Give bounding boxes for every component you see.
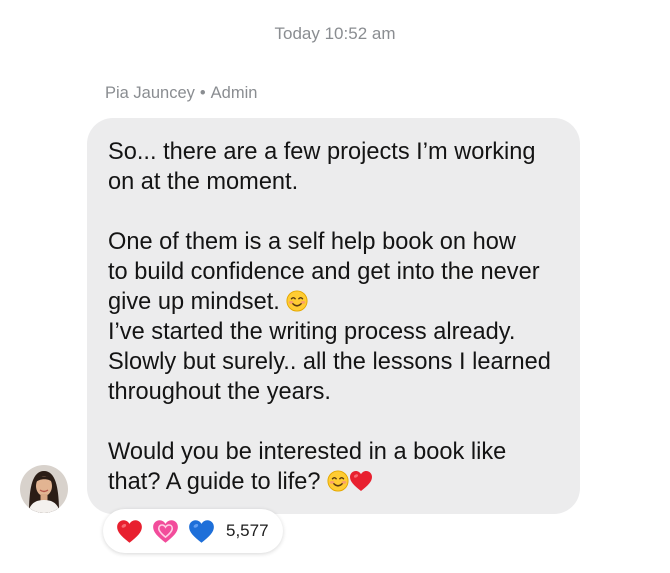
reactions-bar[interactable]: 5,577 — [103, 509, 283, 553]
message-paragraph-4: Would you be interested in a book like t… — [108, 437, 560, 497]
sender-role: Admin — [210, 84, 258, 102]
sender-separator: • — [199, 84, 206, 102]
message-paragraph-3: I’ve started the writing process already… — [108, 319, 551, 405]
sender-line: Pia Jauncey • Admin — [105, 84, 257, 103]
smiling-face-icon — [327, 470, 349, 492]
red-heart-icon — [350, 471, 373, 491]
message-paragraph-2-text: One of them is a self help book on how t… — [108, 229, 540, 315]
chat-view: Today 10:52 am Pia Jauncey • Admin So... t… — [0, 0, 670, 573]
sender-avatar[interactable] — [20, 465, 68, 513]
sender-name[interactable]: Pia Jauncey — [105, 84, 195, 102]
pink-heart-reaction-icon — [153, 519, 178, 543]
message-timestamp: Today 10:52 am — [274, 24, 396, 43]
red-heart-reaction-icon — [117, 519, 142, 543]
message-bubble[interactable]: So... there are a few projects I’m worki… — [87, 118, 580, 514]
smiling-face-icon — [286, 290, 308, 312]
message-paragraph-1: So... there are a few projects I’m worki… — [108, 139, 536, 195]
message-paragraph-4-text: Would you be interested in a book like t… — [108, 439, 507, 495]
reaction-count: 5,577 — [226, 521, 269, 540]
blue-heart-reaction-icon — [189, 519, 214, 543]
avatar-photo — [20, 465, 68, 513]
message-paragraph-2: One of them is a self help book on how t… — [108, 227, 560, 317]
